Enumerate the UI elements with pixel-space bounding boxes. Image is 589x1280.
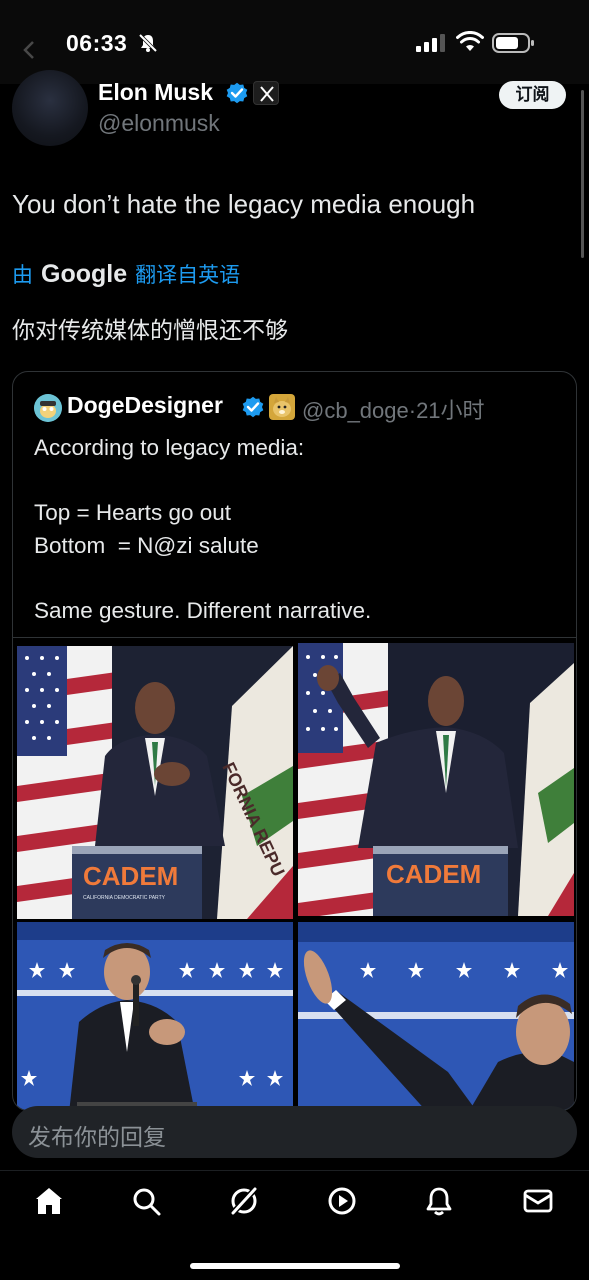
verified-badge-icon [226,82,248,104]
author-avatar[interactable] [12,70,88,146]
podium-brand: CADEM [83,861,178,891]
reply-input[interactable]: 发布你的回复 [12,1106,577,1158]
photo-wave-cadem[interactable]: CADEM [298,643,574,916]
search-icon[interactable] [130,1185,162,1217]
video-icon[interactable] [326,1185,358,1217]
quote-text: According to legacy media: Top = Hearts … [34,432,371,627]
quote-text-line: Same gesture. Different narrative. [34,597,372,623]
quote-author-avatar[interactable] [34,394,62,422]
quote-text-line: Top = Hearts go out [34,500,231,525]
podium-brand: CADEM [386,859,481,889]
translated-by-label: 由 [12,264,33,287]
grok-icon[interactable] [228,1185,260,1217]
translation-attribution[interactable]: 由 Google 翻译自英语 [12,258,240,290]
photo-heart-stage[interactable] [17,922,293,1110]
google-logo: Google [41,259,128,288]
verified-badge-icon [242,396,264,418]
subscribe-button[interactable]: 订阅 [499,81,566,109]
signal-icon [416,34,445,52]
bottom-navigation [0,1170,589,1280]
status-time: 06:33 [66,30,128,56]
back-arrow-icon[interactable] [22,40,36,60]
scrollbar[interactable] [581,90,584,258]
wifi-icon [456,31,484,51]
notifications-icon[interactable] [423,1185,455,1217]
quoted-post-card[interactable]: DogeDesigner @cb_doge·21小时 According to … [12,371,577,1111]
status-bar: 06:33 [0,0,589,84]
home-icon[interactable] [33,1185,65,1217]
podium-sub: CALIFORNIA DEMOCRATIC PARTY [83,895,166,901]
battery-icon [492,33,534,53]
quote-handle-time: @cb_doge·21小时 [302,398,485,423]
doge-badge-icon [269,394,295,420]
messages-icon[interactable] [522,1185,554,1217]
quote-text-line: According to legacy media: [34,435,305,460]
quote-author-name[interactable]: DogeDesigner [67,392,223,419]
author-name[interactable]: Elon Musk [98,79,213,106]
x-affiliation-icon [253,81,279,105]
photo-salute-stage[interactable] [298,922,574,1110]
translated-text: 你对传统媒体的憎恨还不够 [12,317,288,343]
post-text: You don’t hate the legacy media enough [12,189,476,219]
quote-text-line [34,465,371,498]
media-grid: FORNIA REPU CADEM CALIFORNIA DEMOCRATIC … [13,637,576,1110]
reply-placeholder: 发布你的回复 [28,1124,166,1150]
quote-text-line: Bottom = N@zi salute [34,532,259,558]
author-handle[interactable]: @elonmusk [98,110,220,137]
mute-icon [138,33,158,53]
home-indicator[interactable] [190,1263,400,1269]
photo-heart-cadem[interactable]: FORNIA REPU CADEM CALIFORNIA DEMOCRATIC … [17,646,293,919]
quote-text-line [34,562,371,595]
translate-link[interactable]: 翻译自英语 [135,259,240,289]
